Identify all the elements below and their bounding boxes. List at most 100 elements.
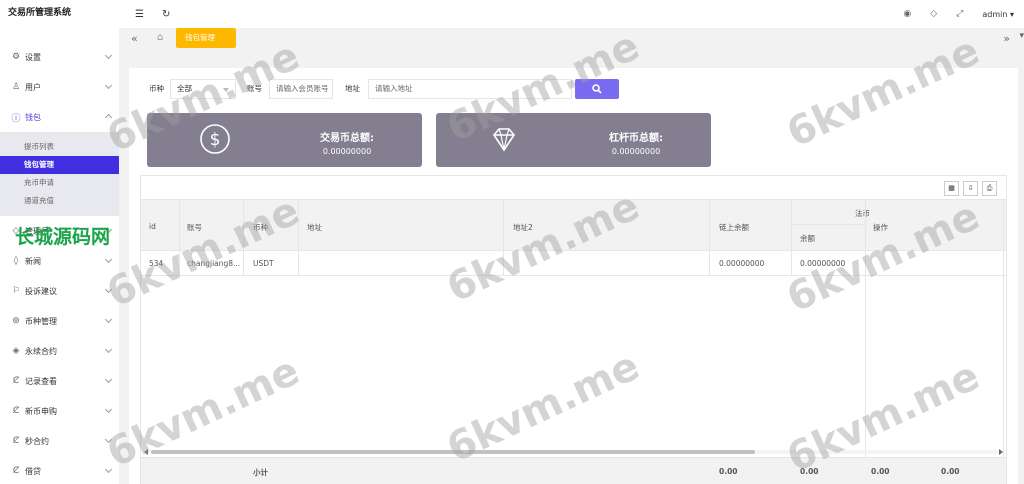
sidebar-item-second-contract[interactable]: Ȼ 秒合约 <box>0 426 119 456</box>
account-input[interactable]: 请输入会员账号 <box>269 79 333 99</box>
filter-bar: 币种 全部 账号 请输入会员账号 地址 请输入地址 <box>129 79 1018 99</box>
tabs-prev-icon[interactable]: « <box>131 32 138 45</box>
scrollbar-thumb[interactable] <box>151 450 755 454</box>
home-icon[interactable]: ⌂ <box>157 32 163 43</box>
sidebar-item-label: 用户 <box>25 82 41 92</box>
user-icon: ♙ <box>11 82 21 92</box>
trade-total-value: 0.00000000 <box>322 147 372 156</box>
col-account: 账号 <box>187 223 202 232</box>
tabs-next-icon[interactable]: » <box>1003 32 1010 45</box>
col-chain-balance: 链上余额 <box>719 223 749 232</box>
col-address2: 地址2 <box>513 223 533 232</box>
leverage-total-title: 杠杆币总额: <box>609 133 663 144</box>
svg-text:$: $ <box>210 130 221 150</box>
chevron-down-icon <box>104 465 113 474</box>
col-actions: 操作 <box>873 223 888 232</box>
tabs-menu-icon[interactable]: ▾ <box>1019 31 1024 41</box>
scroll-left-icon[interactable] <box>144 449 148 455</box>
chevron-down-icon <box>104 345 113 354</box>
sidebar-item-wallet[interactable]: ⓘ 钱包 <box>0 102 119 132</box>
sidebar-item-label: 秒合约 <box>25 436 49 446</box>
refresh-icon[interactable]: ↻ <box>162 9 170 20</box>
chevron-up-icon <box>104 113 113 122</box>
sidebar-item-label: 新闻 <box>25 256 41 266</box>
sidebar-item-admin[interactable]: ◇ 管理员 <box>0 216 119 246</box>
diamond-icon: ◈ <box>12 346 20 356</box>
chevron-down-icon <box>104 405 113 414</box>
sidebar-item-label: 记录查看 <box>25 376 57 386</box>
submenu-item-wallet-management[interactable]: 钱包管理 <box>0 156 119 174</box>
sidebar-item-label: 币种管理 <box>25 316 57 326</box>
sidebar-item-label: 设置 <box>25 52 41 62</box>
scroll-right-icon[interactable] <box>999 449 1003 455</box>
search-button[interactable] <box>575 79 619 99</box>
sidebar-item-label: 新币申购 <box>25 406 57 416</box>
sidebar-item-perpetual[interactable]: ◈ 永续合约 <box>0 336 119 366</box>
chevron-down-icon <box>104 435 113 444</box>
sidebar-item-new-coin[interactable]: Ȼ 新币申购 <box>0 396 119 426</box>
table-header: id 账号 币种 地址 地址2 链上余额 法币 余额 操作 <box>141 200 1006 251</box>
submenu-item-withdraw-list[interactable]: 提币列表 <box>0 138 119 156</box>
diamond-icon <box>493 128 515 152</box>
chevron-down-icon <box>104 285 113 294</box>
col-group-legal: 法币 <box>855 209 870 218</box>
tab-bar: « ⌂ 钱包管理 » ▾ <box>119 28 1024 50</box>
sidebar-item-label: 钱包 <box>25 112 41 122</box>
gear-icon: ⚙ <box>11 52 21 62</box>
cell-id: 534 <box>149 259 164 268</box>
record-icon: Ȼ <box>12 406 20 416</box>
col-currency: 币种 <box>253 223 268 232</box>
columns-filter-icon[interactable]: ▦ <box>944 181 959 196</box>
theme-icon[interactable]: ◉ <box>903 9 911 19</box>
chevron-down-icon <box>104 225 113 234</box>
sidebar-item-records[interactable]: Ȼ 记录查看 <box>0 366 119 396</box>
sidebar-item-feedback[interactable]: ⚐ 投诉建议 <box>0 276 119 306</box>
sidebar-item-users[interactable]: ♙ 用户 <box>0 72 119 102</box>
submenu-item-channel-recharge[interactable]: 通道充值 <box>0 192 119 210</box>
col-address: 地址 <box>307 223 322 232</box>
record-icon: Ȼ <box>12 436 20 446</box>
trade-total-card: $ 交易币总额: 0.00000000 <box>147 113 422 167</box>
tab-wallet-management[interactable]: 钱包管理 <box>176 28 236 48</box>
tag-icon[interactable]: ◇ <box>930 9 937 19</box>
shield-icon: ◇ <box>12 226 20 236</box>
subtotal-value: 0.00 <box>941 467 960 476</box>
leverage-total-value: 0.00000000 <box>611 147 661 156</box>
address-label: 地址 <box>345 84 360 93</box>
sidebar-item-label: 投诉建议 <box>25 286 57 296</box>
sidebar-item-settings[interactable]: ⚙ 设置 <box>0 42 119 72</box>
cell-balance: 0.00000000 <box>800 259 846 268</box>
currency-select-value: 全部 <box>177 84 192 93</box>
table-row[interactable]: 534 changjiang8... USDT 0.00000000 0.000… <box>141 251 1006 276</box>
caret-down-icon <box>223 88 229 92</box>
record-icon: Ȼ <box>12 376 20 386</box>
table-toolbar: ▦ ⇩ ⎙ <box>141 176 1006 200</box>
chevron-down-icon <box>104 255 113 264</box>
sidebar-item-news[interactable]: ◊ 新闻 <box>0 246 119 276</box>
sidebar-item-loan[interactable]: Ȼ 借贷 <box>0 456 119 484</box>
sidebar: 交易所管理系统 ⚙ 设置 ♙ 用户 ⓘ 钱包 提币列表 钱包管理 充币申请 通道… <box>0 0 119 484</box>
horizontal-scrollbar[interactable] <box>141 448 1006 456</box>
address-input[interactable]: 请输入地址 <box>368 79 572 99</box>
account-label: 账号 <box>247 84 262 93</box>
wallet-icon: ⓘ <box>11 113 21 124</box>
tag-icon: ◊ <box>13 256 19 266</box>
print-icon[interactable]: ⎙ <box>982 181 997 196</box>
table-footer-totals: 小计 0.00 0.00 0.00 0.00 <box>141 457 1006 484</box>
sidebar-item-currency[interactable]: ⊛ 币种管理 <box>0 306 119 336</box>
currency-select[interactable]: 全部 <box>170 79 236 99</box>
col-balance: 余额 <box>800 234 815 243</box>
user-menu[interactable]: admin ▾ <box>982 10 1014 19</box>
chevron-down-icon <box>104 375 113 384</box>
content-card: 币种 全部 账号 请输入会员账号 地址 请输入地址 $ 交易币总额: 0.000… <box>129 68 1018 484</box>
menu-collapse-icon[interactable]: ☰ <box>135 9 144 20</box>
submenu-item-deposit-request[interactable]: 充币申请 <box>0 174 119 192</box>
fullscreen-icon[interactable]: ⤢ <box>956 9 963 19</box>
coin-icon: ⊛ <box>12 316 20 326</box>
cell-chain-balance: 0.00000000 <box>719 259 765 268</box>
col-id: id <box>149 222 156 231</box>
wallet-table: ▦ ⇩ ⎙ id 账号 币种 地址 地址2 链上余额 法币 余额 操作 534 … <box>140 175 1007 484</box>
export-icon[interactable]: ⇩ <box>963 181 978 196</box>
chevron-down-icon <box>104 51 113 60</box>
record-icon: Ȼ <box>12 466 20 476</box>
